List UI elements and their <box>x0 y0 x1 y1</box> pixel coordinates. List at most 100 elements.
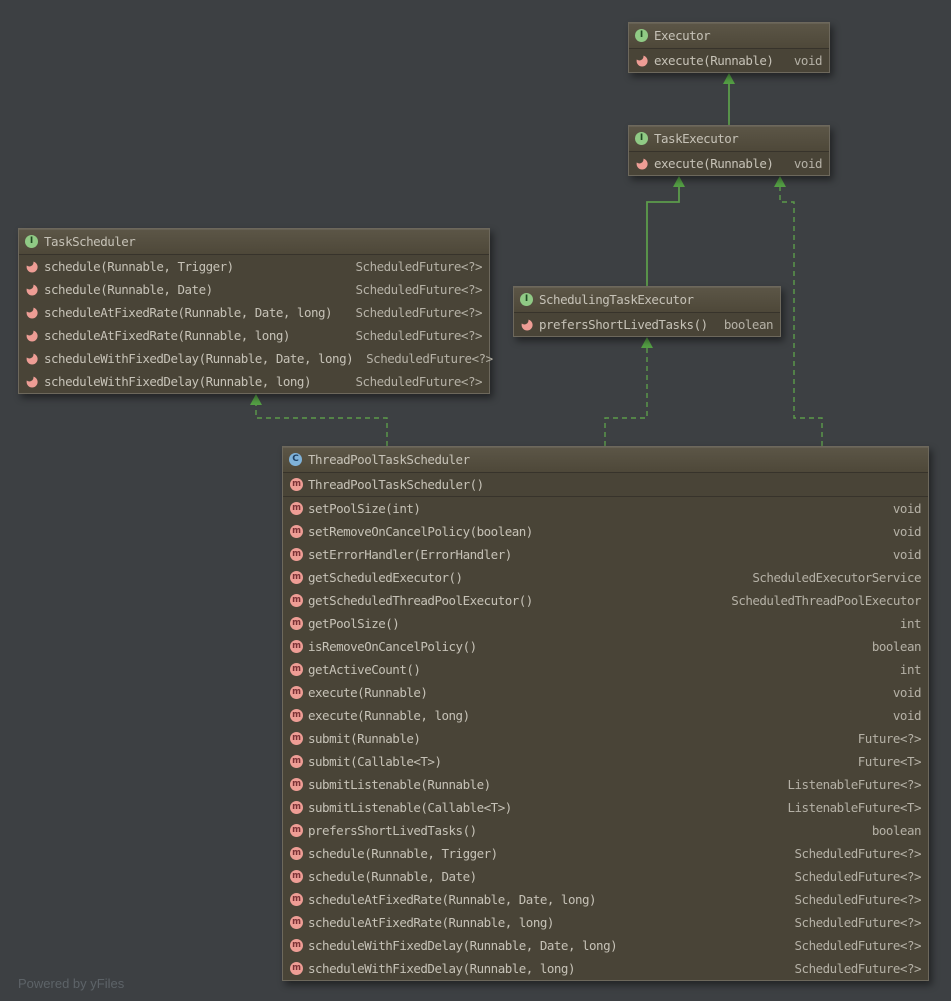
method-icon: m <box>290 617 303 630</box>
member-row[interactable]: mexecute(Runnable)void <box>283 681 928 704</box>
member-row[interactable]: msubmit(Runnable)Future<?> <box>283 727 928 750</box>
member-row[interactable]: m scheduleWithFixedDelay(Runnable, Date, … <box>283 934 928 957</box>
interface-icon: I <box>635 29 648 42</box>
member-signature: schedule(Runnable, Trigger) <box>44 259 234 274</box>
member-return-type: ListenableFuture<?> <box>780 777 922 792</box>
method-icon: m <box>290 939 303 952</box>
class-node-task-scheduler[interactable]: ITaskSchedulerschedule(Runnable, Trigger… <box>18 228 490 394</box>
member-return-type: ScheduledFuture<?> <box>348 259 482 274</box>
member-row[interactable]: msetRemoveOnCancelPolicy(boolean)void <box>283 520 928 543</box>
methods-compartment: execute(Runnable)void <box>629 152 829 175</box>
member-row[interactable]: scheduleWithFixedDelay(Runnable, Date, l… <box>19 347 489 370</box>
member-signature: execute(Runnable, long) <box>308 708 470 723</box>
member-row[interactable]: mexecute(Runnable, long)void <box>283 704 928 727</box>
member-return-type: boolean <box>864 639 921 654</box>
member-return-type: ScheduledThreadPoolExecutor <box>723 593 921 608</box>
member-return-type: ScheduledFuture<?> <box>787 846 921 861</box>
member-row[interactable]: mgetActiveCount()int <box>283 658 928 681</box>
member-row[interactable]: scheduleAtFixedRate(Runnable, long) Sched… <box>19 324 489 347</box>
class-name: TaskExecutor <box>654 131 738 146</box>
member-return-type: ScheduledFuture<?> <box>787 915 921 930</box>
member-signature: scheduleAtFixedRate(Runnable, long) <box>44 328 290 343</box>
member-row[interactable]: execute(Runnable)void <box>629 49 829 72</box>
member-row[interactable]: msubmitListenable(Callable<T>)Listenable… <box>283 796 928 819</box>
method-icon: m <box>290 962 303 975</box>
class-node-executor[interactable]: I Executor execute(Runnable)void <box>628 22 830 73</box>
class-icon: C <box>289 453 302 466</box>
member-row[interactable]: mschedule(Runnable, Date)ScheduledFuture… <box>283 865 928 888</box>
method-icon: m <box>290 847 303 860</box>
member-row[interactable]: m getScheduledThreadPoolExecutor() Schedul… <box>283 589 928 612</box>
member-return-type: ScheduledFuture<?> <box>348 305 482 320</box>
member-return-type: ScheduledFuture<?> <box>348 282 482 297</box>
member-signature: schedule(Runnable, Date) <box>44 282 213 297</box>
member-signature: prefersShortLivedTasks() <box>539 317 708 332</box>
member-row[interactable]: scheduleWithFixedDelay(Runnable, long)Sc… <box>19 370 489 393</box>
member-row[interactable]: prefersShortLivedTasks()boolean <box>514 313 780 336</box>
method-icon: m <box>290 778 303 791</box>
member-signature: submitListenable(Callable<T>) <box>308 800 512 815</box>
member-row[interactable]: msetErrorHandler(ErrorHandler)void <box>283 543 928 566</box>
abstract-method-icon <box>26 260 39 273</box>
member-signature: scheduleAtFixedRate(Runnable, Date, long… <box>308 892 596 907</box>
member-signature: getScheduledExecutor() <box>308 570 463 585</box>
abstract-method-icon <box>26 306 39 319</box>
member-return-type: void <box>885 524 921 539</box>
member-return-type: void <box>786 156 822 171</box>
member-return-type: ScheduledFuture<?> <box>348 328 482 343</box>
class-node-task-executor[interactable]: ITaskExecutorexecute(Runnable)void <box>628 125 830 176</box>
member-signature: schedule(Runnable, Trigger) <box>308 846 498 861</box>
member-row[interactable]: msubmitListenable(Runnable)ListenableFut… <box>283 773 928 796</box>
class-header[interactable]: CThreadPoolTaskScheduler <box>283 447 928 473</box>
class-name: Executor <box>654 28 710 43</box>
member-row[interactable]: mgetPoolSize()int <box>283 612 928 635</box>
member-return-type: void <box>885 685 921 700</box>
abstract-method-icon <box>636 54 649 67</box>
member-row[interactable]: m schedule(Runnable, Trigger) ScheduledFut… <box>283 842 928 865</box>
abstract-method-icon <box>26 352 39 365</box>
member-row[interactable]: schedule(Runnable, Trigger) ScheduledFutu… <box>19 255 489 278</box>
method-icon: m <box>290 640 303 653</box>
method-icon: m <box>290 732 303 745</box>
member-row[interactable]: msetPoolSize(int)void <box>283 497 928 520</box>
class-header[interactable]: ITaskExecutor <box>629 126 829 152</box>
class-header[interactable]: ITaskScheduler <box>19 229 489 255</box>
member-row[interactable]: mscheduleWithFixedDelay(Runnable, long)S… <box>283 957 928 980</box>
abstract-method-icon <box>521 318 534 331</box>
method-icon: m <box>290 801 303 814</box>
member-signature: setErrorHandler(ErrorHandler) <box>308 547 512 562</box>
member-return-type: ScheduledFuture<?> <box>787 869 921 884</box>
class-header[interactable]: I Executor <box>629 23 829 49</box>
member-signature: submit(Callable<T>) <box>308 754 442 769</box>
member-row[interactable]: msubmit(Callable<T>)Future<T> <box>283 750 928 773</box>
member-row[interactable]: mscheduleAtFixedRate(Runnable, long)Sche… <box>283 911 928 934</box>
class-header[interactable]: ISchedulingTaskExecutor <box>514 287 780 313</box>
interface-icon: I <box>25 235 38 248</box>
member-row[interactable]: scheduleAtFixedRate(Runnable, Date, long… <box>19 301 489 324</box>
member-row[interactable]: mprefersShortLivedTasks()boolean <box>283 819 928 842</box>
member-row[interactable]: schedule(Runnable, Date) ScheduledFuture<… <box>19 278 489 301</box>
yfiles-watermark: Powered by yFiles <box>18 976 124 991</box>
method-icon: m <box>290 870 303 883</box>
member-row[interactable]: misRemoveOnCancelPolicy()boolean <box>283 635 928 658</box>
method-icon: m <box>290 709 303 722</box>
member-signature: getScheduledThreadPoolExecutor() <box>308 593 533 608</box>
member-row[interactable]: mscheduleAtFixedRate(Runnable, Date, lon… <box>283 888 928 911</box>
member-row[interactable]: mThreadPoolTaskScheduler() <box>283 473 928 496</box>
member-signature: scheduleWithFixedDelay(Runnable, long) <box>44 374 311 389</box>
member-return-type: ScheduledFuture<?> <box>787 938 921 953</box>
abstract-method-icon <box>26 375 39 388</box>
member-signature: scheduleWithFixedDelay(Runnable, Date, l… <box>308 938 617 953</box>
member-row[interactable]: execute(Runnable)void <box>629 152 829 175</box>
class-node-thread-pool-task-scheduler[interactable]: CThreadPoolTaskSchedulermThreadPoolTaskS… <box>282 446 929 981</box>
method-icon: m <box>290 478 303 491</box>
method-icon: m <box>290 594 303 607</box>
member-return-type: ScheduledFuture<?> <box>787 961 921 976</box>
member-signature: execute(Runnable) <box>308 685 427 700</box>
member-row[interactable]: mgetScheduledExecutor()ScheduledExecutor… <box>283 566 928 589</box>
member-return-type: void <box>885 547 921 562</box>
member-signature: prefersShortLivedTasks() <box>308 823 477 838</box>
constructors-compartment: mThreadPoolTaskScheduler() <box>283 473 928 496</box>
class-node-scheduling-task-executor[interactable]: ISchedulingTaskExecutorprefersShortLived… <box>513 286 781 337</box>
member-return-type: Future<T> <box>850 754 921 769</box>
